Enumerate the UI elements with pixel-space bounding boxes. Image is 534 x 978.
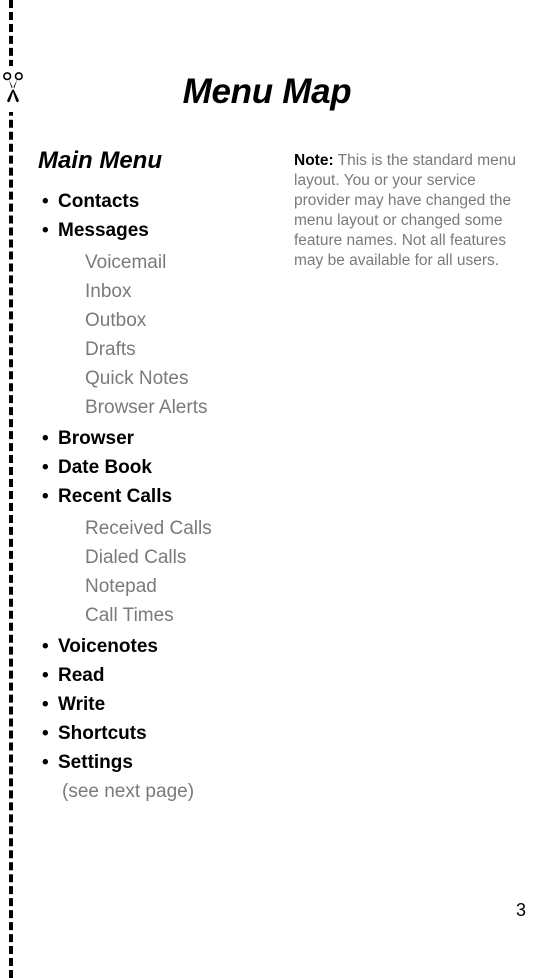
submenu-item-received-calls[interactable]: Received Calls [38,514,278,543]
bullet-icon: • [42,428,49,449]
menu-item-messages[interactable]: • Messages [38,216,278,245]
bullet-icon: • [42,752,49,773]
menu-entry: • Browser [38,424,278,453]
menu-item-browser[interactable]: • Browser [38,424,278,453]
submenu-item-drafts[interactable]: Drafts [38,335,278,364]
note-text: This is the standard menu layout. You or… [294,152,516,269]
bullet-icon: • [42,220,49,241]
submenu-item-call-times[interactable]: Call Times [38,601,278,630]
bullet-icon: • [42,694,49,715]
bullet-icon: • [42,636,49,657]
submenu-list: Received Calls Dialed Calls Notepad Call Ti… [38,514,278,630]
menu-item-write[interactable]: • Write [38,690,278,719]
menu-entry: • Messages Voicemail Inbox Outbox Drafts Quick… [38,216,278,422]
menu-item-label: Contacts [58,191,140,212]
menu-item-recent-calls[interactable]: • Recent Calls [38,482,278,511]
menu-entry: • Read [38,661,278,690]
menu-item-label: Shortcuts [58,723,147,744]
menu-item-read[interactable]: • Read [38,661,278,690]
bullet-icon: • [42,723,49,744]
menu-entry: • Voicenotes [38,632,278,661]
page-title: Menu Map [182,72,352,111]
menu-item-label: Date Book [58,457,152,478]
menu-item-label: Voicenotes [58,636,158,657]
bullet-icon: • [42,486,49,507]
menu-item-label: Settings [58,752,133,773]
menu-item-shortcuts[interactable]: • Shortcuts [38,719,278,748]
submenu-item-quick-notes[interactable]: Quick Notes [38,364,278,393]
menu-item-contacts[interactable]: • Contacts [38,187,278,216]
menu-item-label: Browser [58,428,135,449]
menu-item-label: Recent Calls [58,486,173,507]
submenu-item-browser-alerts[interactable]: Browser Alerts [38,393,278,422]
menu-entry: • Write [38,690,278,719]
submenu-item-voicemail[interactable]: Voicemail [38,248,278,277]
page-number: 3 [515,900,526,920]
menu-item-label: Write [58,694,106,715]
menu-entry: • Shortcuts [38,719,278,748]
submenu-item-notepad[interactable]: Notepad [38,572,278,601]
submenu-item-inbox[interactable]: Inbox [38,277,278,306]
main-menu-column: Main Menu • Contacts • Messages Voicemail Inb… [38,146,278,806]
menu-item-label: Messages [58,220,149,241]
submenu-list: Voicemail Inbox Outbox Drafts Quick Notes Bro… [38,248,278,422]
menu-item-voicenotes[interactable]: • Voicenotes [38,632,278,661]
menu-item-label: Read [58,665,105,686]
submenu-item-outbox[interactable]: Outbox [38,306,278,335]
bullet-icon: • [42,457,49,478]
menu-item-date-book[interactable]: • Date Book [38,453,278,482]
note-callout: Note: This is the standard menu layout. … [294,151,534,271]
menu-item-settings[interactable]: • Settings [38,748,278,777]
bullet-icon: • [42,665,49,686]
menu-entry: • Settings (see next page) [38,748,278,806]
section-title: Main Menu [38,147,162,174]
menu-entry: • Contacts [38,187,278,216]
main-menu-list: • Contacts • Messages Voicemail Inbox Outbox Dr… [38,187,278,806]
submenu-item-dialed-calls[interactable]: Dialed Calls [38,543,278,572]
menu-entry: • Recent Calls Received Calls Dialed Calls N… [38,482,278,630]
menu-entry: • Date Book [38,453,278,482]
menu-item-footnote: (see next page) [62,781,195,802]
note-label: Note: [294,152,334,169]
bullet-icon: • [42,191,49,212]
